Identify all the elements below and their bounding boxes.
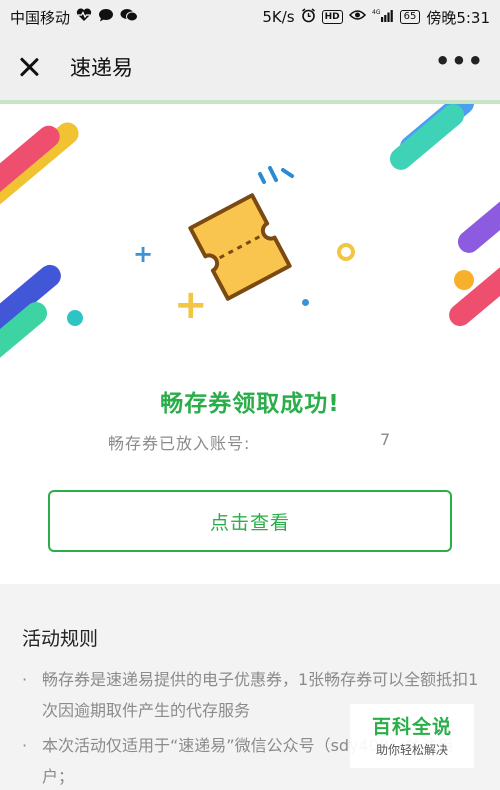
battery-icon: 65 bbox=[399, 10, 421, 24]
decor-stripe bbox=[453, 182, 500, 258]
watermark-title: 百科全说 bbox=[371, 716, 452, 738]
page-title: 速递易 bbox=[70, 56, 133, 80]
success-card: + + 畅存券领取成功! 畅存券已放入账号: 7 点击查看 bbox=[0, 104, 500, 584]
eye-icon bbox=[348, 9, 366, 25]
decor-dot bbox=[454, 270, 474, 290]
decor-stripe bbox=[444, 249, 500, 331]
network-speed: 5K/s bbox=[262, 8, 295, 26]
plus-decor-icon: + bbox=[174, 282, 208, 328]
status-bar-right: 5K/s HD 4G 65 傍晚5:31 bbox=[262, 7, 490, 28]
carrier-name: 中国移动 bbox=[10, 8, 71, 27]
rule-bullet: · bbox=[22, 736, 28, 755]
dot-decor bbox=[67, 310, 83, 326]
plus-decor-icon: + bbox=[133, 240, 154, 268]
heart-pulse-icon bbox=[76, 8, 92, 26]
message-bubble-icon bbox=[98, 8, 114, 26]
status-bar-left: 中国移动 bbox=[10, 7, 139, 28]
status-bar: 中国移动 5K/s HD 4G 65 傍晚5:31 bbox=[0, 0, 500, 34]
signal-4g-icon: 4G bbox=[372, 8, 394, 26]
success-title: 畅存券领取成功! bbox=[160, 391, 340, 417]
title-bar: 速递易 ••• bbox=[0, 34, 500, 100]
clock-time: 傍晚5:31 bbox=[426, 8, 490, 27]
account-label: 畅存券已放入账号: bbox=[108, 434, 251, 453]
decor-stripe bbox=[385, 104, 469, 175]
close-icon[interactable] bbox=[16, 54, 42, 80]
ring-decor bbox=[337, 243, 355, 261]
hd-voice-icon: HD bbox=[321, 10, 343, 24]
svg-text:4G: 4G bbox=[372, 9, 381, 16]
alarm-clock-icon bbox=[301, 7, 316, 27]
wechat-icon bbox=[120, 8, 139, 26]
rule-bullet: · bbox=[22, 670, 28, 689]
view-coupon-button[interactable]: 点击查看 bbox=[48, 490, 452, 552]
more-options-icon[interactable]: ••• bbox=[435, 49, 484, 78]
watermark-badge: 百科全说 助你轻松解决 bbox=[350, 704, 474, 768]
account-value: 7 bbox=[380, 430, 391, 449]
rules-title: 活动规则 bbox=[22, 628, 99, 650]
watermark-subtitle: 助你轻松解决 bbox=[375, 743, 448, 757]
dot-decor bbox=[302, 299, 309, 306]
